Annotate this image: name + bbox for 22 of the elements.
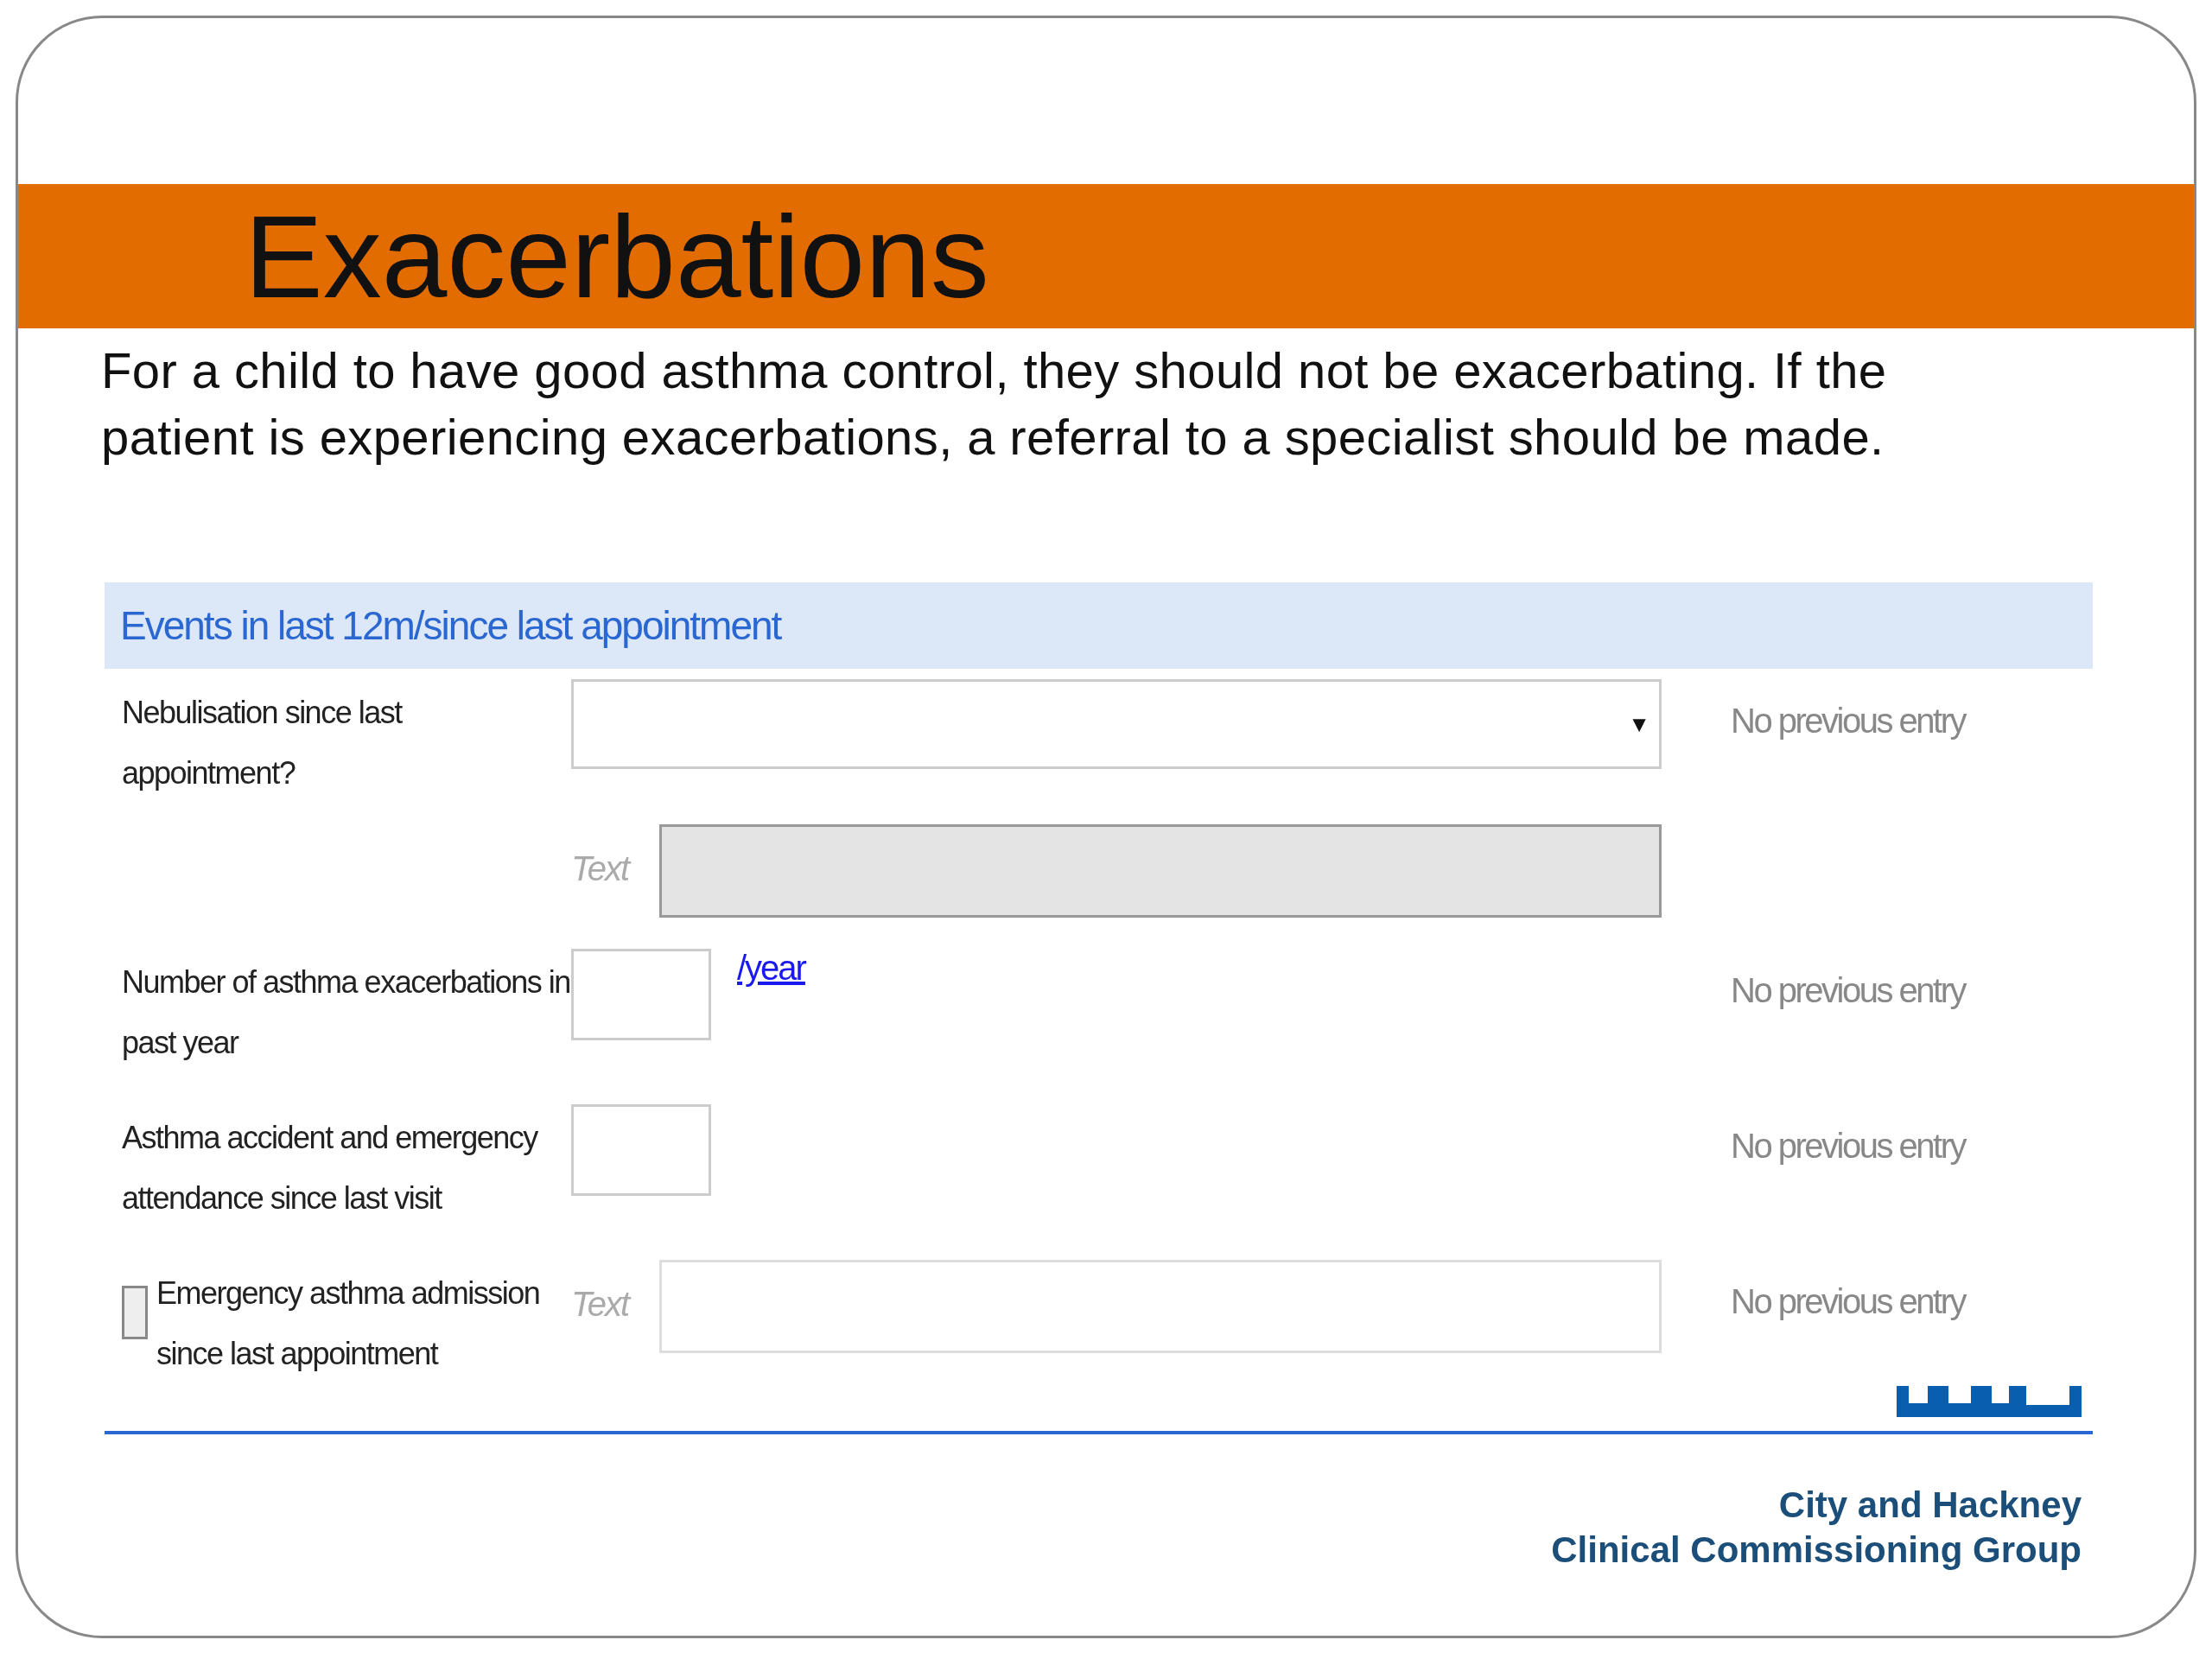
dropdown-arrow[interactable]: ▼	[1628, 710, 1650, 738]
intro-paragraph: For a child to have good asthma control, they should not be exacerbating. If the patient is experiencing exacerbations, a referral to a specialist should be made.	[101, 341, 1888, 467]
previous-entry: No previous entry	[1730, 970, 1967, 1010]
section-title: Events in last 12m/since last appointment	[120, 602, 781, 649]
dropdown-field[interactable]: ▼	[571, 679, 1662, 769]
field-label: Emergency asthma admission since last appointment	[156, 1274, 541, 1373]
field-label: Asthma accident and emergency attendance since last visit	[122, 1119, 539, 1217]
field-label: Number of asthma exacerbations in past year	[122, 963, 571, 1062]
field-label: Nebulisation since last appointment?	[122, 694, 404, 792]
previous-entry: No previous entry	[1730, 1281, 1967, 1321]
slide-title: Exacerbations	[245, 197, 989, 315]
organisation-name: Clinical Commissioning Group	[1551, 1529, 2082, 1572]
unit-link[interactable]: /year	[737, 949, 805, 988]
previous-entry: No previous entry	[1730, 701, 1967, 741]
checkbox[interactable]	[122, 1286, 148, 1339]
text-hint: Text	[571, 849, 632, 889]
previous-entry: No previous entry	[1730, 1126, 1967, 1166]
number-field[interactable]	[571, 1104, 711, 1196]
organisation-name: City and Hackney	[1778, 1484, 2082, 1527]
number-field[interactable]	[571, 949, 711, 1040]
logo-icon	[1897, 1386, 2082, 1417]
text-hint: Text	[571, 1284, 632, 1325]
